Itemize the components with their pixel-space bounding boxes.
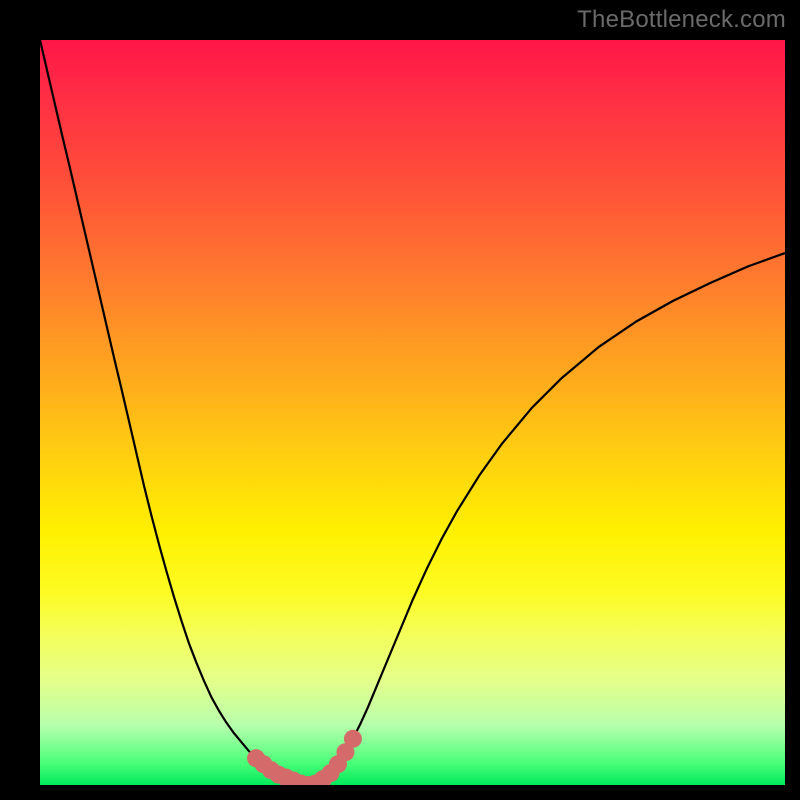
plot-area [40, 40, 785, 785]
curve-group [40, 40, 785, 785]
curve-layer [40, 40, 785, 785]
watermark-text: TheBottleneck.com [577, 6, 786, 34]
chart-frame: TheBottleneck.com [0, 0, 800, 800]
curve-min-markers [247, 730, 362, 785]
bottleneck-curve [40, 40, 785, 785]
marker-point [344, 730, 362, 748]
